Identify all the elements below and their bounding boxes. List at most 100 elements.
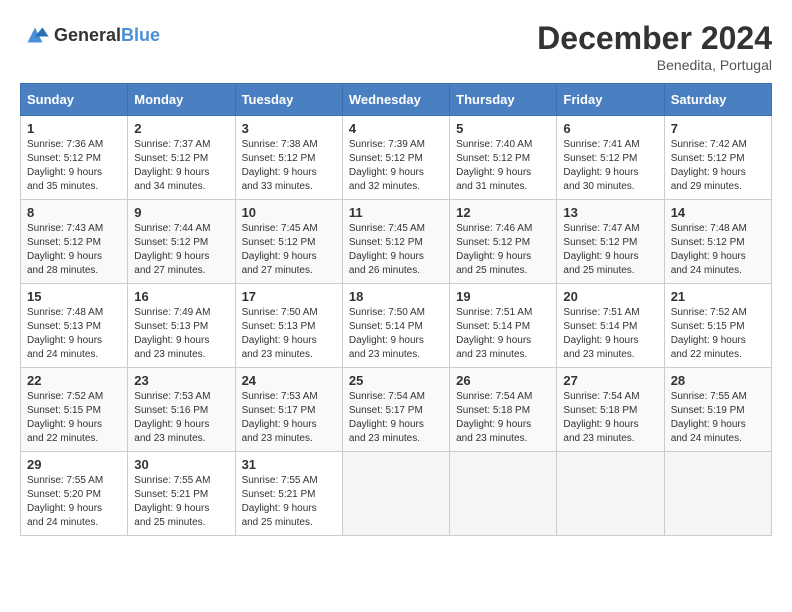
day-number: 6 bbox=[563, 121, 657, 136]
day-number: 19 bbox=[456, 289, 550, 304]
day-header-saturday: Saturday bbox=[664, 84, 771, 116]
cell-info: Sunrise: 7:39 AMSunset: 5:12 PMDaylight:… bbox=[349, 139, 425, 192]
day-number: 21 bbox=[671, 289, 765, 304]
day-number: 23 bbox=[134, 373, 228, 388]
logo-blue-text: Blue bbox=[121, 25, 160, 45]
cell-info: Sunrise: 7:50 AMSunset: 5:14 PMDaylight:… bbox=[349, 307, 425, 360]
day-number: 18 bbox=[349, 289, 443, 304]
calendar-cell: 16 Sunrise: 7:49 AMSunset: 5:13 PMDayligh… bbox=[128, 284, 235, 368]
cell-info: Sunrise: 7:51 AMSunset: 5:14 PMDaylight:… bbox=[456, 307, 532, 360]
calendar-cell: 22 Sunrise: 7:52 AMSunset: 5:15 PMDayligh… bbox=[21, 368, 128, 452]
page-header: GeneralBlue December 2024 Benedita, Port… bbox=[20, 20, 772, 73]
calendar-cell: 26 Sunrise: 7:54 AMSunset: 5:18 PMDayligh… bbox=[450, 368, 557, 452]
day-number: 4 bbox=[349, 121, 443, 136]
cell-info: Sunrise: 7:44 AMSunset: 5:12 PMDaylight:… bbox=[134, 223, 210, 276]
calendar-cell: 10 Sunrise: 7:45 AMSunset: 5:12 PMDayligh… bbox=[235, 200, 342, 284]
calendar-cell: 28 Sunrise: 7:55 AMSunset: 5:19 PMDayligh… bbox=[664, 368, 771, 452]
day-number: 16 bbox=[134, 289, 228, 304]
day-number: 31 bbox=[242, 457, 336, 472]
day-number: 5 bbox=[456, 121, 550, 136]
month-title: December 2024 bbox=[537, 20, 772, 57]
calendar-cell: 5 Sunrise: 7:40 AMSunset: 5:12 PMDaylight… bbox=[450, 116, 557, 200]
calendar-cell: 2 Sunrise: 7:37 AMSunset: 5:12 PMDaylight… bbox=[128, 116, 235, 200]
cell-info: Sunrise: 7:42 AMSunset: 5:12 PMDaylight:… bbox=[671, 139, 747, 192]
cell-info: Sunrise: 7:51 AMSunset: 5:14 PMDaylight:… bbox=[563, 307, 639, 360]
day-number: 20 bbox=[563, 289, 657, 304]
calendar-cell bbox=[450, 452, 557, 536]
calendar-cell: 12Sunrise: 7:46 AMSunset: 5:12 PMDayligh… bbox=[450, 200, 557, 284]
cell-info: Sunrise: 7:55 AMSunset: 5:21 PMDaylight:… bbox=[242, 475, 318, 528]
calendar-table: SundayMondayTuesdayWednesdayThursdayFrid… bbox=[20, 83, 772, 536]
cell-info: Sunrise: 7:36 AMSunset: 5:12 PMDaylight:… bbox=[27, 139, 103, 192]
day-number: 1 bbox=[27, 121, 121, 136]
day-header-friday: Friday bbox=[557, 84, 664, 116]
cell-info: Sunrise: 7:46 AMSunset: 5:12 PMDaylight:… bbox=[456, 223, 532, 276]
day-number: 15 bbox=[27, 289, 121, 304]
calendar-week-row: 29 Sunrise: 7:55 AMSunset: 5:20 PMDayligh… bbox=[21, 452, 772, 536]
day-number: 17 bbox=[242, 289, 336, 304]
calendar-week-row: 15 Sunrise: 7:48 AMSunset: 5:13 PMDayligh… bbox=[21, 284, 772, 368]
cell-info: Sunrise: 7:40 AMSunset: 5:12 PMDaylight:… bbox=[456, 139, 532, 192]
calendar-cell bbox=[664, 452, 771, 536]
calendar-cell: 21Sunrise: 7:52 AMSunset: 5:15 PMDayligh… bbox=[664, 284, 771, 368]
calendar-cell: 15 Sunrise: 7:48 AMSunset: 5:13 PMDayligh… bbox=[21, 284, 128, 368]
calendar-cell: 29 Sunrise: 7:55 AMSunset: 5:20 PMDayligh… bbox=[21, 452, 128, 536]
day-number: 13 bbox=[563, 205, 657, 220]
cell-info: Sunrise: 7:48 AMSunset: 5:13 PMDaylight:… bbox=[27, 307, 103, 360]
calendar-cell: 25 Sunrise: 7:54 AMSunset: 5:17 PMDayligh… bbox=[342, 368, 449, 452]
calendar-cell: 23 Sunrise: 7:53 AMSunset: 5:16 PMDayligh… bbox=[128, 368, 235, 452]
logo-general-text: General bbox=[54, 25, 121, 45]
cell-info: Sunrise: 7:54 AMSunset: 5:17 PMDaylight:… bbox=[349, 391, 425, 444]
day-number: 26 bbox=[456, 373, 550, 388]
cell-info: Sunrise: 7:53 AMSunset: 5:16 PMDaylight:… bbox=[134, 391, 210, 444]
day-header-wednesday: Wednesday bbox=[342, 84, 449, 116]
day-number: 8 bbox=[27, 205, 121, 220]
calendar-cell: 4 Sunrise: 7:39 AMSunset: 5:12 PMDaylight… bbox=[342, 116, 449, 200]
calendar-cell: 14 Sunrise: 7:48 AMSunset: 5:12 PMDayligh… bbox=[664, 200, 771, 284]
calendar-cell: 20 Sunrise: 7:51 AMSunset: 5:14 PMDayligh… bbox=[557, 284, 664, 368]
calendar-cell: 24Sunrise: 7:53 AMSunset: 5:17 PMDayligh… bbox=[235, 368, 342, 452]
calendar-week-row: 8 Sunrise: 7:43 AMSunset: 5:12 PMDaylight… bbox=[21, 200, 772, 284]
cell-info: Sunrise: 7:45 AMSunset: 5:12 PMDaylight:… bbox=[349, 223, 425, 276]
calendar-week-row: 22 Sunrise: 7:52 AMSunset: 5:15 PMDayligh… bbox=[21, 368, 772, 452]
calendar-cell bbox=[557, 452, 664, 536]
calendar-week-row: 1 Sunrise: 7:36 AMSunset: 5:12 PMDaylight… bbox=[21, 116, 772, 200]
cell-info: Sunrise: 7:52 AMSunset: 5:15 PMDaylight:… bbox=[27, 391, 103, 444]
cell-info: Sunrise: 7:48 AMSunset: 5:12 PMDaylight:… bbox=[671, 223, 747, 276]
day-header-sunday: Sunday bbox=[21, 84, 128, 116]
day-number: 22 bbox=[27, 373, 121, 388]
day-number: 3 bbox=[242, 121, 336, 136]
calendar-cell: 18 Sunrise: 7:50 AMSunset: 5:14 PMDayligh… bbox=[342, 284, 449, 368]
day-number: 27 bbox=[563, 373, 657, 388]
day-number: 25 bbox=[349, 373, 443, 388]
day-number: 24 bbox=[242, 373, 336, 388]
day-number: 29 bbox=[27, 457, 121, 472]
logo: GeneralBlue bbox=[20, 20, 160, 50]
day-number: 28 bbox=[671, 373, 765, 388]
day-number: 10 bbox=[242, 205, 336, 220]
day-number: 2 bbox=[134, 121, 228, 136]
calendar-cell bbox=[342, 452, 449, 536]
calendar-cell: 30Sunrise: 7:55 AMSunset: 5:21 PMDayligh… bbox=[128, 452, 235, 536]
cell-info: Sunrise: 7:55 AMSunset: 5:20 PMDaylight:… bbox=[27, 475, 103, 528]
cell-info: Sunrise: 7:43 AMSunset: 5:12 PMDaylight:… bbox=[27, 223, 103, 276]
cell-info: Sunrise: 7:38 AMSunset: 5:12 PMDaylight:… bbox=[242, 139, 318, 192]
calendar-cell: 3 Sunrise: 7:38 AMSunset: 5:12 PMDaylight… bbox=[235, 116, 342, 200]
cell-info: Sunrise: 7:45 AMSunset: 5:12 PMDaylight:… bbox=[242, 223, 318, 276]
cell-info: Sunrise: 7:41 AMSunset: 5:12 PMDaylight:… bbox=[563, 139, 639, 192]
day-number: 9 bbox=[134, 205, 228, 220]
day-number: 14 bbox=[671, 205, 765, 220]
cell-info: Sunrise: 7:54 AMSunset: 5:18 PMDaylight:… bbox=[456, 391, 532, 444]
day-number: 30 bbox=[134, 457, 228, 472]
calendar-cell: 19 Sunrise: 7:51 AMSunset: 5:14 PMDayligh… bbox=[450, 284, 557, 368]
day-number: 7 bbox=[671, 121, 765, 136]
cell-info: Sunrise: 7:49 AMSunset: 5:13 PMDaylight:… bbox=[134, 307, 210, 360]
cell-info: Sunrise: 7:37 AMSunset: 5:12 PMDaylight:… bbox=[134, 139, 210, 192]
calendar-cell: 7 Sunrise: 7:42 AMSunset: 5:12 PMDaylight… bbox=[664, 116, 771, 200]
calendar-cell: 8 Sunrise: 7:43 AMSunset: 5:12 PMDaylight… bbox=[21, 200, 128, 284]
cell-info: Sunrise: 7:55 AMSunset: 5:19 PMDaylight:… bbox=[671, 391, 747, 444]
calendar-cell: 13Sunrise: 7:47 AMSunset: 5:12 PMDayligh… bbox=[557, 200, 664, 284]
cell-info: Sunrise: 7:54 AMSunset: 5:18 PMDaylight:… bbox=[563, 391, 639, 444]
calendar-cell: 31 Sunrise: 7:55 AMSunset: 5:21 PMDayligh… bbox=[235, 452, 342, 536]
location-subtitle: Benedita, Portugal bbox=[537, 57, 772, 73]
